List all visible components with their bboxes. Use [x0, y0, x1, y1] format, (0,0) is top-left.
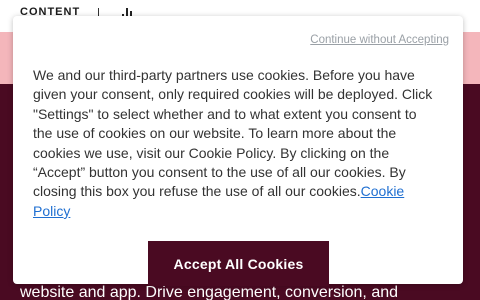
- cookie-notice-text: We and our third-party partners use cook…: [33, 66, 433, 221]
- hero-text: website and app. Drive engagement, conve…: [20, 284, 399, 300]
- continue-without-accepting-link[interactable]: Continue without Accepting: [310, 34, 449, 46]
- cookie-consent-dialog: Continue without Accepting We and our th…: [13, 16, 463, 286]
- cookie-notice-body: We and our third-party partners use cook…: [33, 67, 433, 200]
- accept-all-cookies-button[interactable]: Accept All Cookies: [148, 241, 329, 286]
